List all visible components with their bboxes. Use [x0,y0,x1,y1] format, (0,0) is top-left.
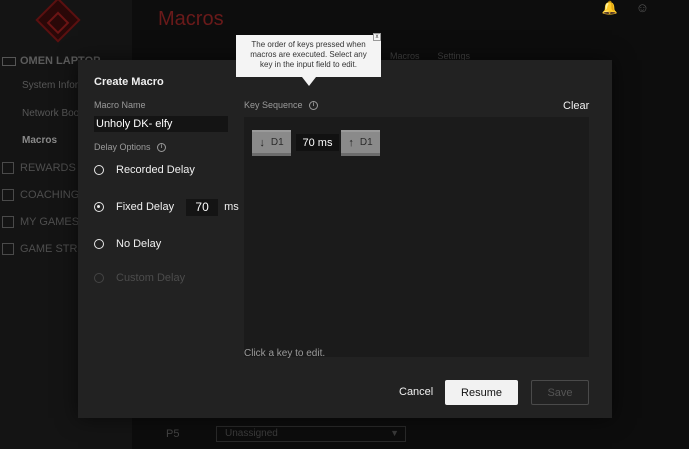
streaming-icon [2,243,14,255]
delay-unit: ms [224,201,239,213]
fixed-delay-input[interactable] [186,198,219,216]
macro-name-label: Macro Name [94,100,146,110]
radio-button-disabled [94,273,104,283]
radio-label: Fixed Delay [116,201,175,213]
trophy-icon [2,162,14,174]
delay-options-label: Delay Options [94,142,151,152]
radio-no-delay[interactable]: No Delay [94,235,161,253]
info-icon[interactable]: i [309,101,319,111]
key-down-chip[interactable]: ↓ D1 [252,130,291,156]
key-sequence-heading: Key Sequence i [244,100,319,111]
sidebar-item-label: COACHING [20,189,80,201]
user-icon[interactable]: ☺ [636,0,649,16]
key-label: D1 [270,137,284,148]
sequence-hint: Click a key to edit. [244,348,326,359]
dialog-title: Create Macro [94,76,164,88]
radio-custom-delay: Custom Delay [94,269,185,287]
arrow-down-icon: ↓ [259,136,265,149]
radio-recorded-delay[interactable]: Recorded Delay [94,161,195,179]
save-button: Save [531,380,589,405]
key-assignment-select[interactable]: Unassigned ▼ [216,426,406,442]
sidebar-item-label: REWARDS [20,162,76,174]
macro-name-input[interactable] [94,116,228,132]
key-sequence-tooltip: The order of keys pressed when macros ar… [236,35,381,77]
clear-button[interactable]: Clear [563,100,589,112]
bell-icon[interactable]: 🔔 [602,0,618,16]
games-library-icon [2,216,14,228]
radio-button[interactable] [94,165,104,175]
radio-button-checked[interactable] [94,202,104,212]
key-sequence-area[interactable]: ↓ D1 70 ms ↑ D1 Click a key to edit. [244,117,589,359]
resume-button[interactable]: Resume [445,380,518,405]
radio-fixed-delay[interactable]: Fixed Delay ms [94,198,239,216]
create-macro-dialog: Create Macro Macro Name Delay Options i … [78,60,612,418]
select-value: Unassigned [225,428,278,439]
coaching-icon [2,189,14,201]
info-icon[interactable]: i [157,143,167,153]
radio-label: Custom Delay [116,272,186,284]
radio-label: No Delay [116,238,162,250]
radio-label: Recorded Delay [116,164,195,176]
sidebar-item-label: MY GAMES [20,216,80,228]
cancel-button[interactable]: Cancel [399,386,433,398]
delay-chip[interactable]: 70 ms [296,134,339,151]
radio-button[interactable] [94,239,104,249]
close-icon[interactable]: x [373,33,381,41]
page-title: Macros [158,8,224,30]
laptop-icon [2,56,16,66]
arrow-up-icon: ↑ [348,136,354,149]
delay-options-heading: Delay Options i [94,142,167,153]
key-up-chip[interactable]: ↑ D1 [341,130,380,156]
tooltip-pointer [302,77,316,86]
omen-logo-icon [35,0,81,43]
chevron-down-icon: ▼ [390,428,399,438]
top-icons: 🔔 ☺ [602,0,649,16]
key-sequence-label: Key Sequence [244,100,303,110]
key-label: D1 [359,137,373,148]
key-row-label: P5 [166,428,180,440]
